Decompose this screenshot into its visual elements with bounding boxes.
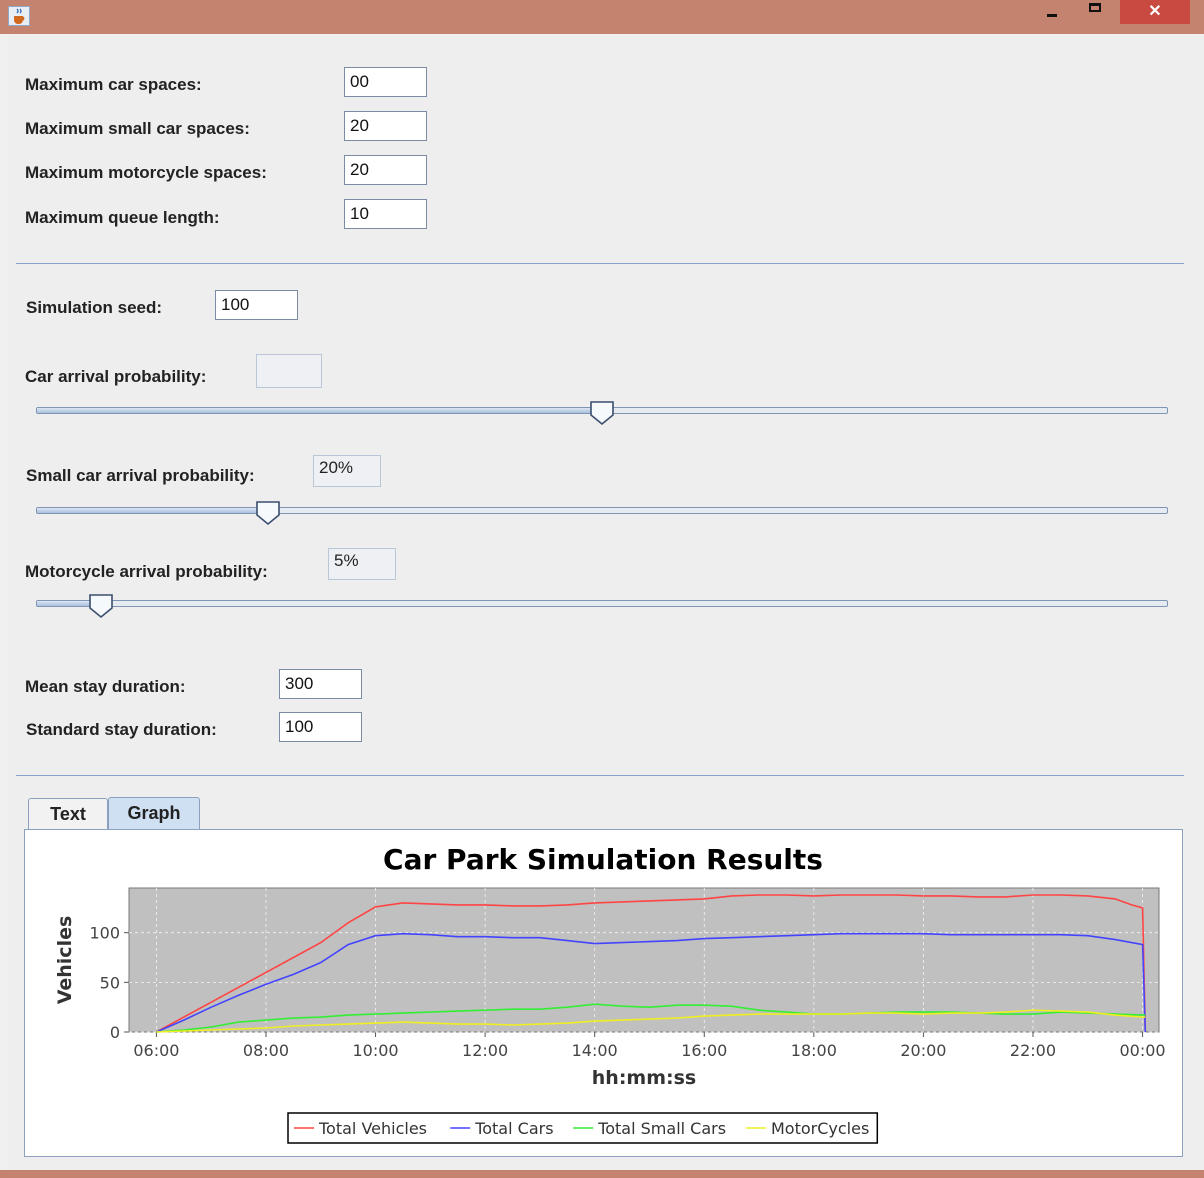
max-car-spaces-input[interactable]: [344, 67, 427, 97]
graph-panel: Car Park Simulation Results 06:00 08:00 10:…: [24, 829, 1183, 1157]
window-frame-bottom: [0, 1170, 1204, 1178]
title-bar: ✕: [0, 0, 1204, 34]
motorcycle-arrival-slider[interactable]: [36, 594, 1168, 619]
y-tick-label: 0: [110, 1023, 120, 1042]
legend-label: Total Vehicles: [318, 1119, 427, 1138]
max-motorcycle-spaces-input[interactable]: [344, 155, 427, 185]
legend-label: MotorCycles: [771, 1119, 869, 1138]
motorcycle-arrival-value: 5%: [328, 548, 396, 580]
results-chart: Car Park Simulation Results 06:00 08:00 10:…: [54, 843, 1166, 1144]
car-arrival-slider-fill: [37, 408, 602, 413]
small-car-arrival-slider-thumb[interactable]: [255, 500, 281, 526]
max-motorcycle-spaces-label: Maximum motorcycle spaces:: [25, 163, 267, 182]
y-axis-label: Vehicles: [54, 916, 76, 1005]
max-queue-length-label: Maximum queue length:: [25, 208, 220, 227]
small-car-arrival-slider[interactable]: [36, 501, 1168, 526]
x-tick-label: 14:00: [572, 1041, 618, 1060]
car-arrival-slider-thumb[interactable]: [589, 400, 615, 426]
java-cup-icon: [8, 6, 30, 26]
x-tick-label: 22:00: [1010, 1041, 1056, 1060]
x-tick-label: 00:00: [1120, 1041, 1166, 1060]
simulation-seed-label: Simulation seed:: [26, 298, 163, 317]
x-tick-label: 12:00: [462, 1041, 508, 1060]
small-car-arrival-value: 20%: [313, 455, 381, 487]
car-arrival-label: Car arrival probability:: [25, 367, 207, 386]
chart-title: Car Park Simulation Results: [383, 843, 823, 876]
maximize-button[interactable]: [1080, 0, 1114, 24]
max-queue-length-input[interactable]: [344, 199, 427, 229]
y-tick-label: 50: [100, 973, 120, 992]
legend-label: Total Small Cars: [597, 1119, 726, 1138]
motorcycle-arrival-slider-thumb[interactable]: [88, 593, 114, 619]
x-tick-label: 20:00: [900, 1041, 946, 1060]
x-tick-label: 08:00: [243, 1041, 289, 1060]
close-button[interactable]: ✕: [1120, 0, 1190, 24]
small-car-arrival-label: Small car arrival probability:: [26, 466, 255, 485]
x-tick-label: 10:00: [352, 1041, 398, 1060]
std-stay-input[interactable]: [279, 712, 362, 742]
small-car-arrival-slider-fill: [37, 508, 268, 513]
max-small-car-spaces-label: Maximum small car spaces:: [25, 119, 250, 138]
mean-stay-label: Mean stay duration:: [25, 677, 186, 696]
max-car-spaces-label: Maximum car spaces:: [25, 75, 202, 94]
separator: [16, 775, 1184, 776]
separator: [16, 263, 1184, 264]
tab-graph[interactable]: Graph: [108, 797, 200, 831]
plot-area: [128, 887, 1160, 1033]
y-tick-label: 100: [89, 924, 120, 943]
car-arrival-value: [256, 354, 322, 388]
max-small-car-spaces-input[interactable]: [344, 111, 427, 141]
car-arrival-slider[interactable]: [36, 401, 1168, 426]
x-axis-label: hh:mm:ss: [592, 1067, 696, 1089]
x-tick-label: 18:00: [791, 1041, 837, 1060]
x-tick-label: 16:00: [681, 1041, 727, 1060]
close-icon: ✕: [1148, 3, 1162, 20]
tab-text[interactable]: Text: [28, 798, 108, 830]
simulation-seed-input[interactable]: [215, 290, 298, 320]
motorcycle-arrival-label: Motorcycle arrival probability:: [25, 562, 268, 581]
legend-label: Total Cars: [474, 1119, 553, 1138]
mean-stay-input[interactable]: [279, 669, 362, 699]
std-stay-label: Standard stay duration:: [26, 720, 217, 739]
x-tick-label: 06:00: [133, 1041, 179, 1060]
minimize-button[interactable]: [1040, 0, 1074, 24]
